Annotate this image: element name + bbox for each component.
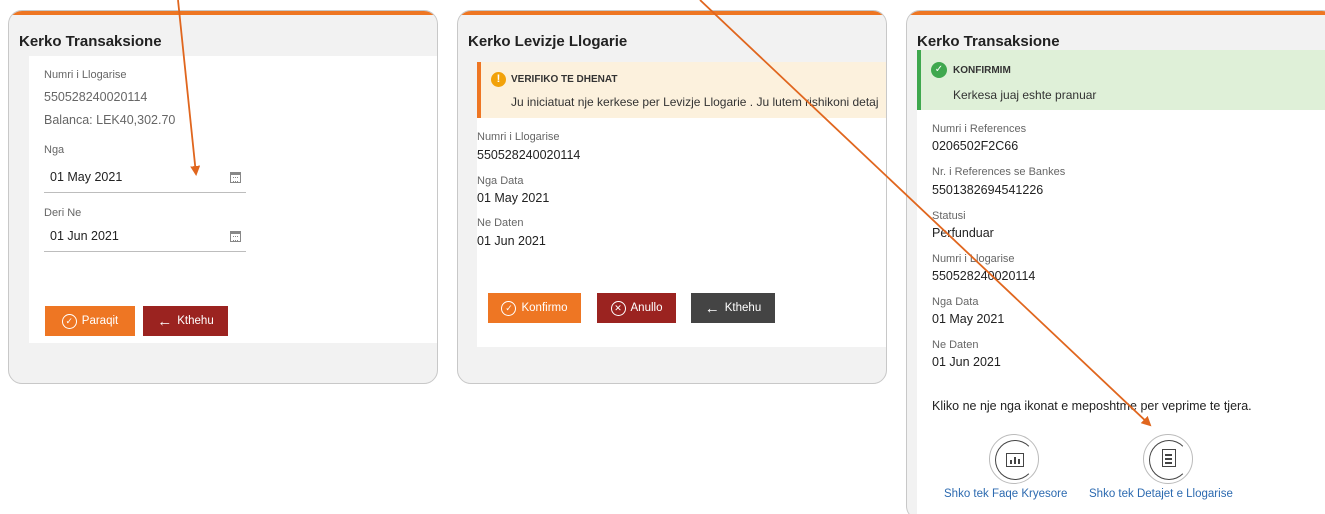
home-dashboard-icon [1006,453,1024,467]
back-button-label: Kthehu [177,315,214,327]
arrow-left-icon: ← [157,312,173,330]
show-button-label: Paraqit [81,315,119,327]
panel-title: Kerko Transaksione [917,33,1060,50]
confirm-button[interactable]: ✓ Konfirmo [488,293,581,323]
back-button[interactable]: ← Kthehu [143,306,228,336]
account-number: 550528240020114 [477,148,581,162]
account-balance: Balanca: LEK40,302.70 [44,113,176,127]
confirmation-alert: ✓ KONFIRMIM Kerkesa juaj eshte pranuar [917,50,1325,110]
back-button-label: Kthehu [724,302,762,314]
check-success-icon: ✓ [931,62,947,78]
arrow-left-icon: ← [704,299,720,317]
panel-search-transactions: Kerko Transaksione Numri i Llogarise 550… [8,10,438,384]
account-label: Numri i Llogarise [932,253,1015,265]
bank-reference-value: 5501382694541226 [932,183,1044,197]
form-card: Numri i Llogarise 550528240020114 Balanc… [29,56,437,343]
status-label: Statusi [932,210,966,222]
actions-hint: Kliko ne nje nga ikonat e meposhtme per … [932,399,1252,413]
check-circle-icon: ✓ [501,300,517,316]
calendar-icon[interactable] [230,231,241,242]
alert-message: Ju iniciatuat nje kerkese per Levizje Ll… [511,95,879,109]
account-value: 550528240020114 [932,269,1036,283]
info-warning-icon: ! [491,72,506,87]
to-date-value: 01 Jun 2021 [50,229,119,243]
to-label: Deri Ne [44,207,82,219]
account-number: 550528240020114 [44,90,148,104]
account-details-link[interactable]: Shko tek Detajet e Llogarise [1089,488,1233,500]
account-details-shortcut-button[interactable] [1143,434,1193,484]
to-value: 01 Jun 2021 [932,355,1001,369]
calendar-icon[interactable] [230,172,241,183]
x-circle-icon: ✕ [610,300,626,316]
bank-reference-label: Nr. i References se Bankes [932,166,1066,178]
home-shortcut-button[interactable] [989,434,1039,484]
cancel-button-label: Anullo [630,302,663,314]
panel-transaction-confirmation: Kerko Transaksione ✓ KONFIRMIM Kerkesa j… [906,10,1325,514]
verify-alert: ! VERIFIKO TE DHENAT Ju iniciatuat nje k… [477,62,886,118]
home-link[interactable]: Shko tek Faqe Kryesore [944,488,1067,500]
to-label: Ne Daten [477,217,524,229]
alert-title: VERIFIKO TE DHENAT [511,74,618,85]
check-circle-icon: ✓ [61,313,77,329]
account-label: Numri i Llogarise [477,131,560,143]
from-label: Nga Data [477,175,524,187]
to-date: 01 Jun 2021 [477,234,546,248]
alert-title: KONFIRMIM [953,65,1011,76]
from-value: 01 May 2021 [932,312,1005,326]
panel-title: Kerko Transaksione [19,33,162,50]
from-date-value: 01 May 2021 [50,170,123,184]
cancel-button[interactable]: ✕ Anullo [597,293,676,323]
from-label: Nga [44,144,65,156]
show-button[interactable]: ✓ Paraqit [45,306,135,336]
panel-account-movements: Kerko Levizje Llogarie ! VERIFIKO TE DHE… [457,10,887,384]
alert-message: Kerkesa juaj eshte pranuar [953,88,1097,102]
to-label: Ne Daten [932,339,979,351]
document-details-icon [1162,449,1176,467]
reference-label: Numri i References [932,123,1027,135]
from-date: 01 May 2021 [477,191,550,205]
to-date-field[interactable]: 01 Jun 2021 [44,227,246,252]
account-label: Numri i Llogarise [44,69,127,81]
from-date-field[interactable]: 01 May 2021 [44,168,246,193]
verify-card: ! VERIFIKO TE DHENAT Ju iniciatuat nje k… [477,62,886,347]
back-button[interactable]: ← Kthehu [691,293,775,323]
status-value: Perfunduar [932,226,994,240]
reference-value: 0206502F2C66 [932,139,1019,153]
panel-title: Kerko Levizje Llogarie [468,33,628,50]
confirmation-card: ✓ KONFIRMIM Kerkesa juaj eshte pranuar N… [917,50,1325,514]
confirm-button-label: Konfirmo [521,302,568,314]
from-label: Nga Data [932,296,979,308]
